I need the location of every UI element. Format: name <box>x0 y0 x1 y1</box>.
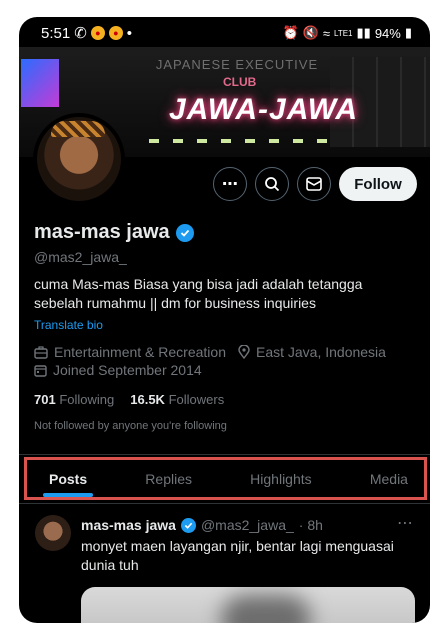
post-media-content <box>221 595 311 623</box>
tab-media[interactable]: Media <box>370 471 408 487</box>
tabs-top-divider <box>19 454 430 455</box>
verified-badge-icon <box>175 223 194 242</box>
battery-percent: 94% <box>374 25 401 41</box>
profile-joined-row: Joined September 2014 <box>34 362 202 378</box>
tab-posts[interactable]: Posts <box>42 471 94 497</box>
profile-location: East Java, Indonesia <box>255 344 386 360</box>
following-label: Following <box>59 392 115 407</box>
not-followed-note: Not followed by anyone you're following <box>34 420 227 432</box>
banner-lights <box>149 139 339 143</box>
following-stat[interactable]: 701 Following <box>34 392 114 407</box>
post-avatar[interactable] <box>35 515 71 551</box>
post-more-icon: ⋯ <box>397 515 414 532</box>
tabs-bottom-divider <box>19 503 430 504</box>
post-media[interactable] <box>81 587 415 623</box>
banner-sign-club: CLUB <box>223 75 257 89</box>
network-label: LTE1 <box>333 28 353 38</box>
translate-bio-link[interactable]: Translate bio <box>34 318 103 332</box>
profile-name-text: mas-mas jawa <box>34 221 170 243</box>
post-text: monyet maen layangan njir, bentar lagi m… <box>81 538 394 573</box>
phone-screen: 5:51 ✆ ● ● • ⏰ 🔇 ≈ LTE1 ▮▮ 94% ▮ JAPANES… <box>19 17 430 623</box>
search-icon <box>265 177 280 192</box>
profile-stats: 701 Following 16.5K Followers <box>34 392 224 407</box>
post-more-button[interactable]: ⋯ <box>397 513 414 533</box>
envelope-icon <box>306 177 322 191</box>
profile-bio: cuma Mas-mas Biasa yang bisa jadi adalah… <box>34 276 363 311</box>
profile-handle: @mas2_jawa_ <box>34 249 127 265</box>
profile-tabs: Posts Replies Highlights Media <box>24 457 427 500</box>
more-options-button[interactable]: ⋯ <box>213 167 247 201</box>
banner-sign-top: JAPANESE EXECUTIVE <box>155 57 319 72</box>
message-button[interactable] <box>297 167 331 201</box>
status-bar: 5:51 ✆ ● ● • ⏰ 🔇 ≈ LTE1 ▮▮ 94% ▮ <box>19 17 430 49</box>
post-verified-badge-icon <box>180 517 196 533</box>
notification-dot-icon: • <box>126 24 133 42</box>
profile-name: mas-mas jawa <box>34 221 194 244</box>
alarm-icon: ⏰ <box>282 25 299 40</box>
search-button[interactable] <box>255 167 289 201</box>
banner-sign-main: JAWA-JAWA <box>169 93 359 126</box>
tab-highlights[interactable]: Highlights <box>250 471 311 487</box>
profile-joined: Joined September 2014 <box>53 362 202 378</box>
notification-emoji-icon: ● <box>90 26 105 40</box>
post-author-name[interactable]: mas-mas jawa <box>81 517 176 533</box>
post-time: · 8h <box>298 517 323 533</box>
whatsapp-icon: ✆ <box>74 25 87 42</box>
followers-count: 16.5K <box>130 392 165 407</box>
signal-icon: ▮▮ <box>356 25 371 40</box>
notification-emoji-icon: ● <box>108 26 123 40</box>
banner-window-left <box>21 59 59 107</box>
followers-label: Followers <box>168 392 225 407</box>
tab-replies[interactable]: Replies <box>145 471 192 487</box>
calendar-icon <box>34 364 47 377</box>
follow-button[interactable]: Follow <box>339 167 417 201</box>
followers-stat[interactable]: 16.5K Followers <box>130 392 224 407</box>
briefcase-icon <box>34 345 48 359</box>
more-icon: ⋯ <box>222 176 238 193</box>
following-count: 701 <box>34 392 56 407</box>
location-icon <box>238 345 250 359</box>
post-header: mas-mas jawa @mas2_jawa_ · 8h <box>81 517 323 533</box>
avatar-cap <box>51 121 105 137</box>
mute-icon: 🔇 <box>302 25 319 40</box>
profile-category: Entertainment & Recreation <box>54 344 226 360</box>
battery-icon: ▮ <box>404 25 412 40</box>
wifi-icon: ≈ <box>322 25 330 41</box>
profile-meta-row: Entertainment & Recreation East Java, In… <box>34 344 386 360</box>
status-time: 5:51 <box>41 24 71 42</box>
post-author-handle[interactable]: @mas2_jawa_ <box>201 517 294 533</box>
profile-avatar[interactable] <box>33 113 125 205</box>
